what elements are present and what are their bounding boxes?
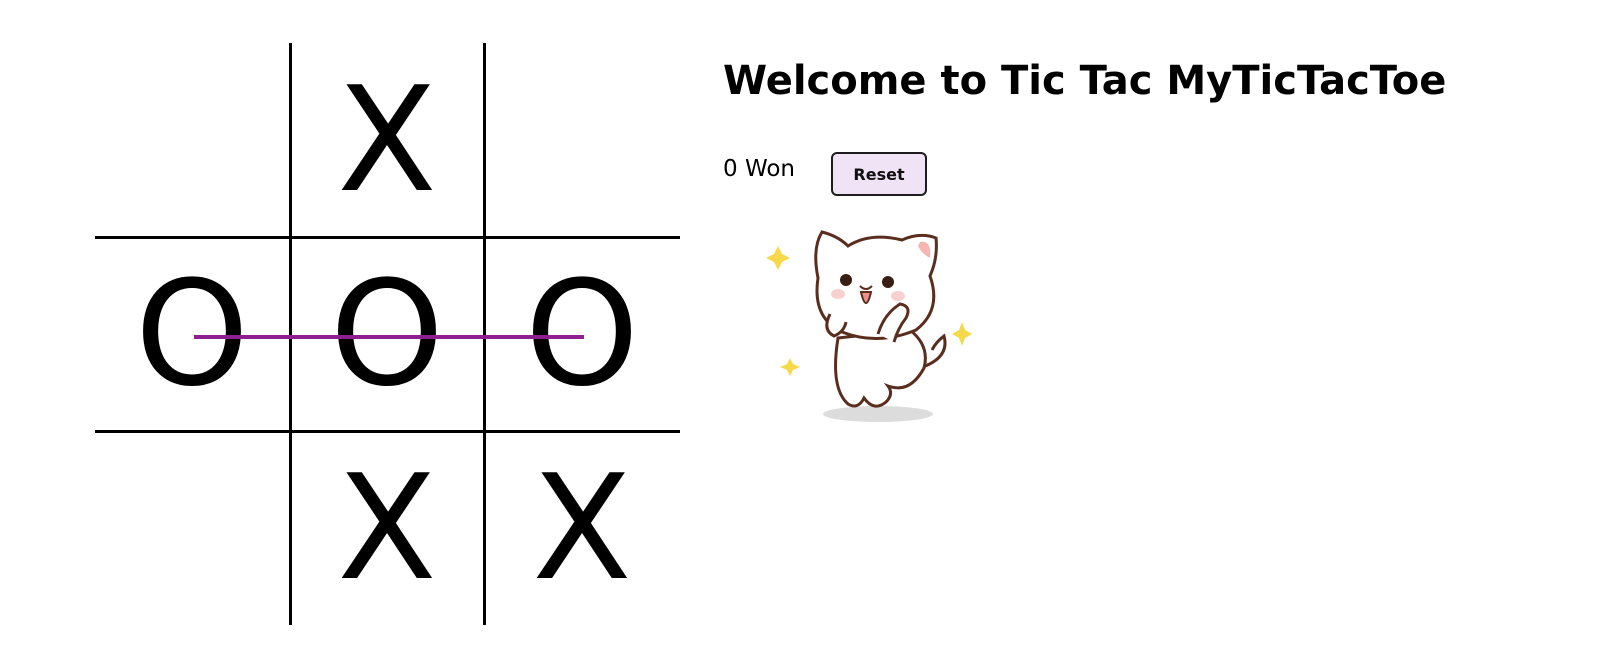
grid-line-horizontal-1 bbox=[95, 236, 680, 239]
cell-2-1[interactable]: X bbox=[290, 431, 484, 625]
grid-line-vertical-1 bbox=[289, 43, 292, 625]
dancing-cat-icon bbox=[766, 230, 972, 422]
score-label: 0 Won bbox=[723, 156, 795, 182]
cell-2-2[interactable]: X bbox=[485, 431, 679, 625]
cell-0-0[interactable] bbox=[95, 43, 289, 237]
grid-line-horizontal-2 bbox=[95, 430, 680, 433]
cell-0-1[interactable]: X bbox=[290, 43, 484, 237]
cell-0-2[interactable] bbox=[485, 43, 679, 237]
game-board: X O O O X X bbox=[95, 43, 680, 625]
page-title: Welcome to Tic Tac MyTicTacToe bbox=[723, 58, 1447, 104]
cell-1-2[interactable]: O bbox=[485, 237, 679, 431]
cell-1-0[interactable]: O bbox=[95, 237, 289, 431]
cell-2-0[interactable] bbox=[95, 431, 289, 625]
reset-button[interactable]: Reset bbox=[831, 152, 927, 196]
cell-1-1[interactable]: O bbox=[290, 237, 484, 431]
winning-line bbox=[194, 335, 584, 339]
grid-line-vertical-2 bbox=[483, 43, 486, 625]
